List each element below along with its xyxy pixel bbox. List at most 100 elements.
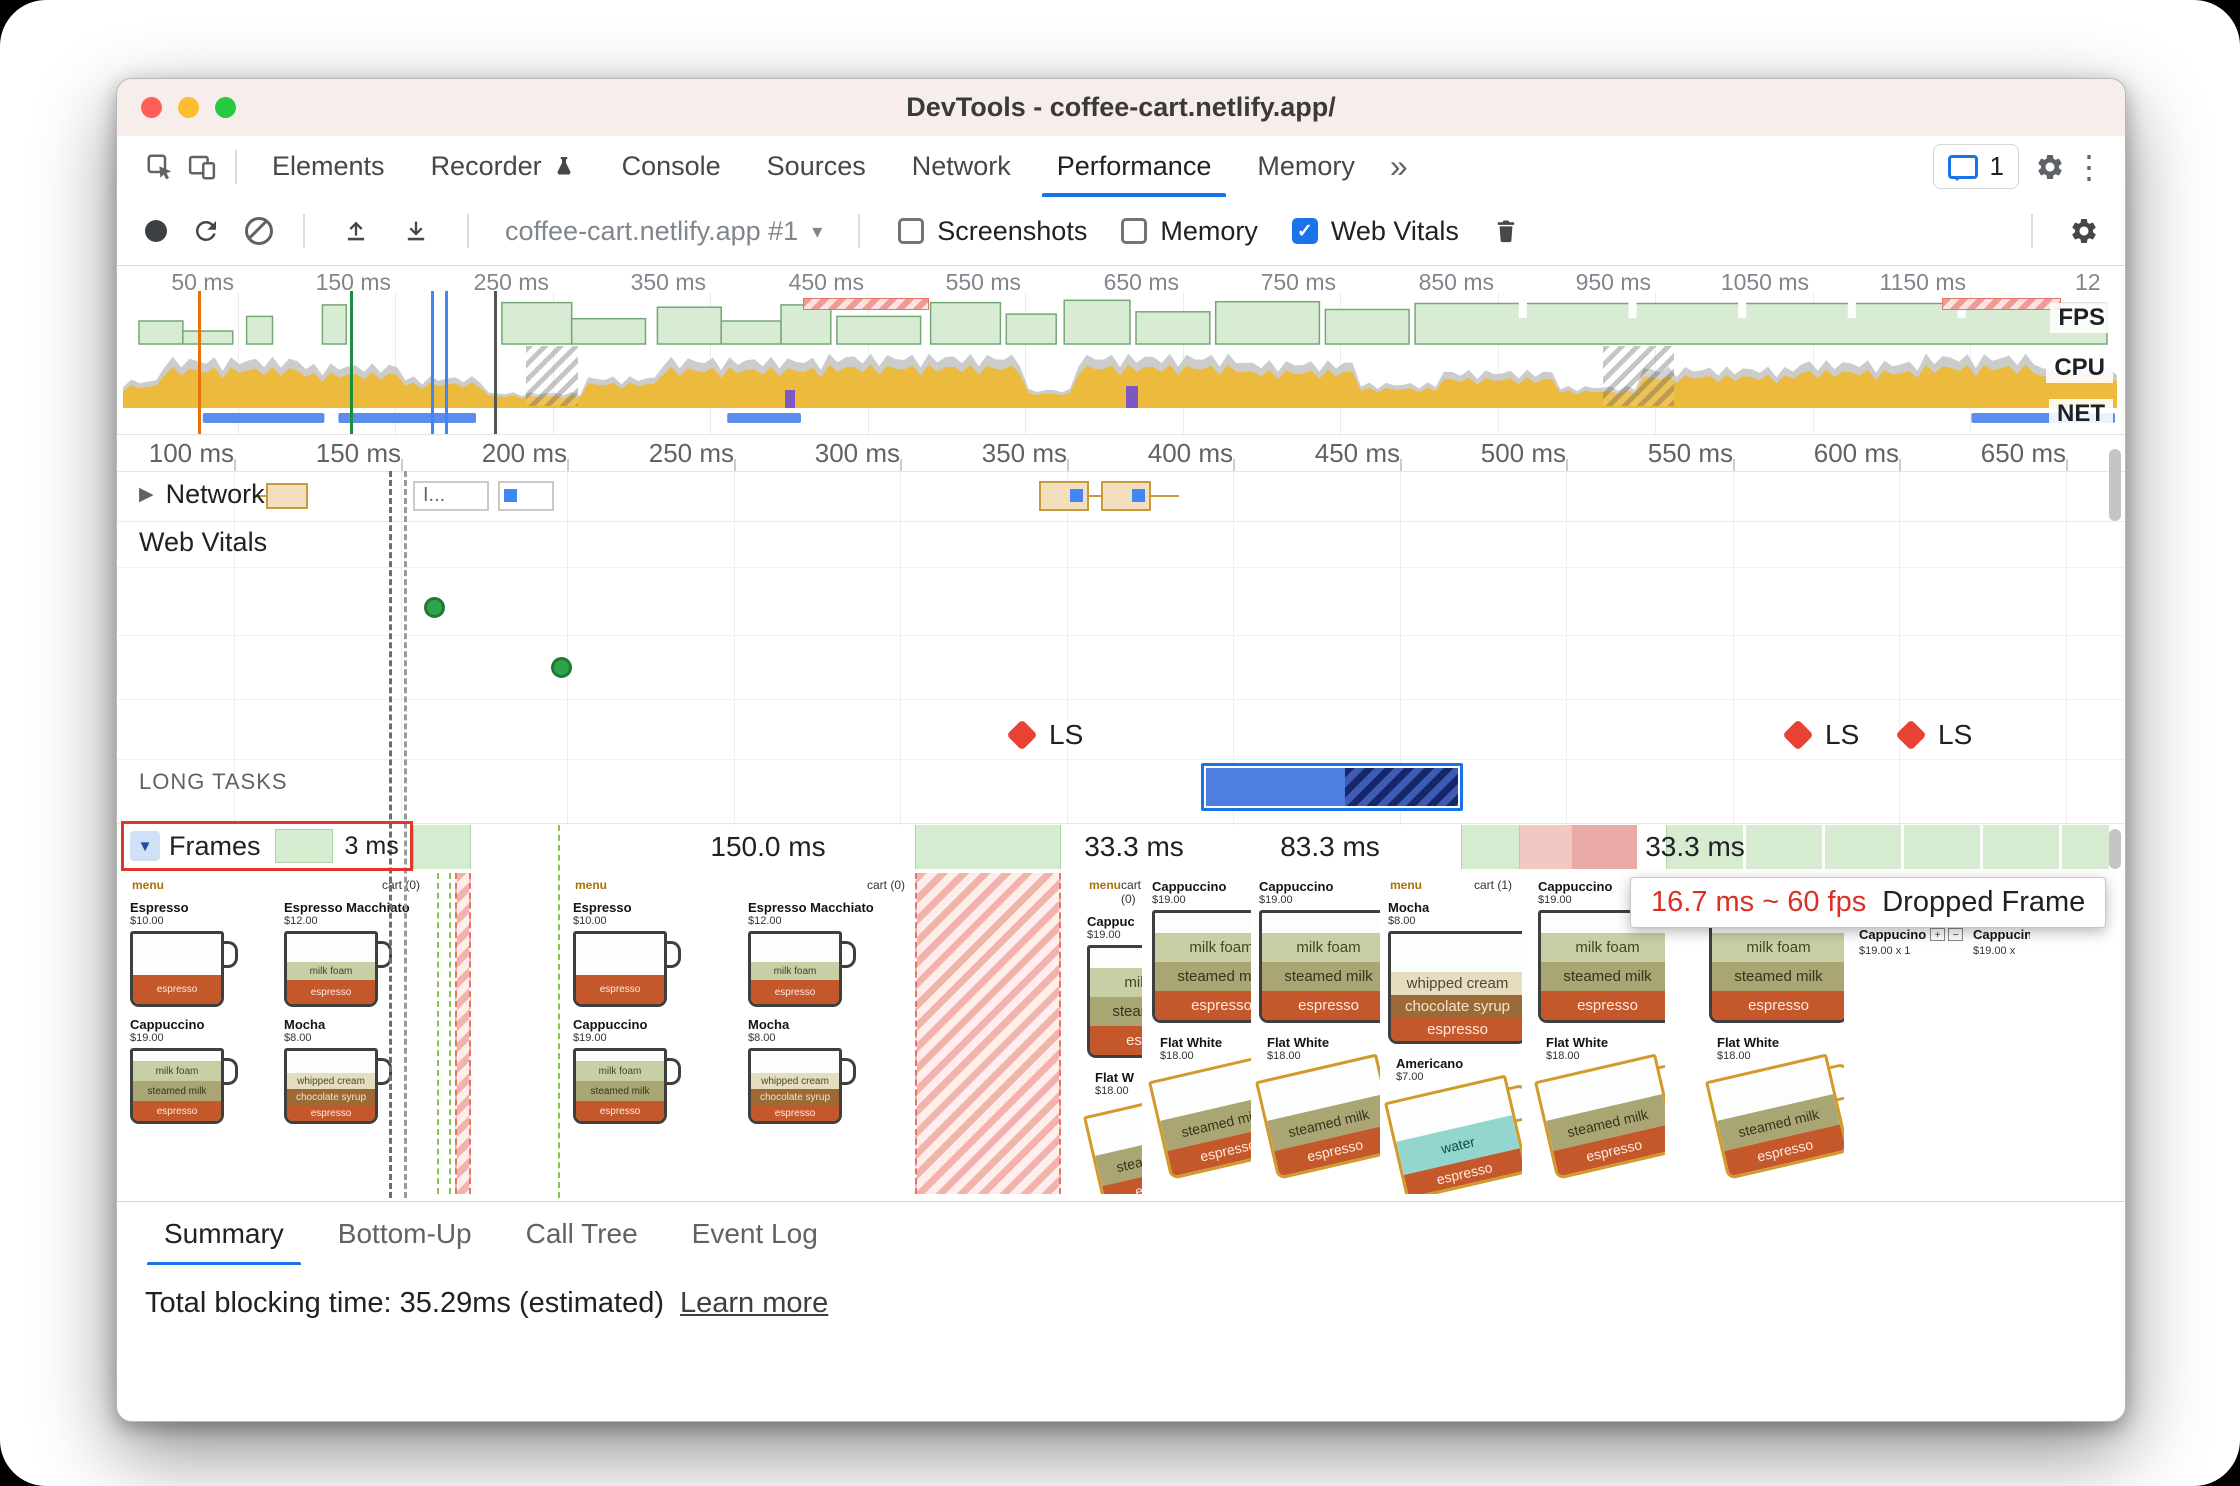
close-window-button[interactable]	[141, 97, 162, 118]
frames-track-highlight-box[interactable]: ▼ Frames 3 ms	[121, 821, 413, 871]
tab-recorder[interactable]: Recorder	[408, 136, 599, 197]
partial-frame-strip[interactable]	[437, 873, 451, 1194]
timeline-gridline	[1566, 471, 1567, 825]
ruler-tick-label: 200 ms	[481, 438, 567, 468]
cup-body: steamed milkespresso	[1704, 1053, 1844, 1181]
ruler-tick-label: 400 ms	[1147, 438, 1233, 468]
frame-duration-label: 3 ms	[344, 831, 399, 860]
settings-gear-icon[interactable]	[2029, 146, 2071, 188]
memory-checkbox[interactable]: Memory	[1121, 216, 1258, 247]
divider	[858, 214, 861, 248]
checkbox-label: Screenshots	[937, 215, 1088, 246]
kebab-menu-icon[interactable]: ⋮	[2071, 148, 2107, 186]
layout-shift-marker[interactable]: LS	[1006, 719, 1084, 751]
network-request-bar[interactable]	[1039, 481, 1113, 511]
filmstrip-frame[interactable]: Cappuccino$19.00milk foamsteamed milkesp…	[1251, 873, 1380, 1194]
learn-more-link[interactable]: Learn more	[680, 1287, 828, 1320]
inspect-icon[interactable]	[139, 146, 181, 188]
network-request-bar[interactable]	[254, 483, 308, 509]
cup-body: water espresso	[1383, 1074, 1522, 1194]
profile-select[interactable]: coffee-cart.netlify.app #1 ▾	[499, 216, 828, 247]
tab-elements[interactable]: Elements	[249, 136, 408, 197]
web-vitals-checkbox[interactable]: ✓ Web Vitals	[1291, 216, 1459, 247]
quantity-stepper: +−	[1930, 928, 1964, 941]
dropped-frame-hatch[interactable]	[915, 873, 1061, 1194]
web-vitals-fcp-marker[interactable]	[424, 597, 445, 618]
minimize-window-button[interactable]	[178, 97, 199, 118]
timeline-gridline	[900, 471, 901, 825]
filmstrip-frame[interactable]: menu cart (1) Mocha $8.00 whipped cream choco…	[1380, 873, 1522, 1194]
frame-segment[interactable]	[471, 825, 915, 869]
long-task-bar[interactable]	[1201, 763, 1463, 811]
frame-boundary-line	[558, 825, 560, 1198]
cpu-hatch-region	[525, 346, 578, 406]
tab-performance[interactable]: Performance	[1034, 136, 1235, 197]
web-vitals-lcp-marker[interactable]	[551, 657, 572, 678]
device-toolbar-icon[interactable]	[181, 146, 223, 188]
screenshots-checkbox[interactable]: Screenshots	[898, 216, 1087, 247]
timeline-overview[interactable]: FPS CPU NET 50 ms 150 ms 250 ms 350 ms 450 m…	[123, 267, 2117, 434]
layout-shift-marker[interactable]: LS	[1782, 719, 1859, 751]
filmstrip-frame[interactable]: menucart (0)Cappuccino$19.00milk foamste…	[1079, 873, 1142, 1194]
network-track-header[interactable]: ▶ Network	[139, 479, 265, 510]
web-vitals-track-header[interactable]: Web Vitals	[139, 527, 267, 558]
coffee-cup-drawing: milk foamsteamed milkespresso	[130, 1048, 238, 1124]
filmstrip-frame[interactable]: Cappuccino$19.00milk foamsteamed milkesp…	[1144, 873, 1251, 1194]
layout-shift-diamond-icon	[1006, 719, 1038, 751]
capture-settings-gear-icon[interactable]	[2063, 210, 2105, 252]
vertical-scrollbar[interactable]	[2109, 449, 2121, 521]
issues-badge[interactable]: 1	[1932, 144, 2019, 189]
net-lane-label: NET	[2049, 399, 2113, 429]
product-price: $18.00	[1095, 1085, 1129, 1097]
network-request-bar[interactable]: I...	[413, 481, 489, 511]
cup-handle	[665, 941, 681, 968]
long-tasks-track-label: LONG TASKS	[139, 769, 288, 794]
layout-shift-label: LS	[1049, 719, 1084, 750]
tab-bottom-up[interactable]: Bottom-Up	[311, 1202, 499, 1266]
tab-label: Console	[621, 151, 721, 181]
more-tabs-button[interactable]: »	[1378, 136, 1420, 197]
cup-body: milk foam espresso	[284, 931, 378, 1007]
product-name: Americano	[1396, 1056, 1464, 1071]
network-request-bar[interactable]	[1101, 481, 1179, 511]
product-mocha: Mocha $8.00 whipped cream chocolate syrup es…	[740, 1011, 915, 1128]
frame-segment[interactable]	[1572, 825, 1637, 869]
cup-layer-foam: milk foam	[1155, 933, 1251, 962]
tab-sources[interactable]: Sources	[744, 136, 889, 197]
window-controls	[141, 79, 236, 136]
cup-handle	[840, 941, 856, 968]
timeline-ruler[interactable]: 100 ms 150 ms 200 ms 250 ms 300 ms 350 ms 400 …	[117, 435, 2125, 472]
frame-segment[interactable]	[1461, 825, 1520, 869]
frames-track[interactable]: 150.0 ms 33.3 ms 83.3 ms 33.3 ms	[117, 825, 2125, 869]
reload-and-record-icon[interactable]	[185, 210, 227, 252]
clear-recording-icon[interactable]	[245, 217, 273, 245]
layout-shift-marker[interactable]: LS	[1895, 719, 1972, 751]
filmstrip-frame[interactable]: menu cart (0) Espresso $10.00 espresso Espres…	[122, 873, 430, 1194]
record-button[interactable]	[145, 220, 167, 242]
tab-call-tree[interactable]: Call Tree	[499, 1202, 665, 1266]
frame-segment[interactable]	[413, 825, 471, 869]
vertical-scrollbar[interactable]	[2109, 829, 2121, 869]
frame-segment[interactable]	[1520, 825, 1572, 869]
trash-icon[interactable]	[1485, 210, 1527, 252]
tab-console[interactable]: Console	[599, 136, 744, 197]
cpu-lane-label: CPU	[2046, 353, 2113, 383]
tab-label: Sources	[766, 151, 866, 181]
network-request-bar[interactable]	[498, 481, 554, 511]
save-profile-icon[interactable]	[395, 210, 437, 252]
cup-layer-espresso: espresso	[287, 980, 375, 1004]
filmstrip-frame[interactable]: menu cart (0) Espresso $10.00 espresso Espres…	[565, 873, 915, 1194]
zoom-window-button[interactable]	[215, 97, 236, 118]
tab-summary[interactable]: Summary	[137, 1202, 311, 1266]
frame-segment[interactable]	[915, 825, 1061, 869]
tab-memory[interactable]: Memory	[1234, 136, 1378, 197]
network-track-expander-icon[interactable]: ▶	[139, 483, 154, 506]
dropped-frame-hatch[interactable]	[455, 873, 471, 1194]
product-cappuccino: Cappuccino$19.00 milk foamsteamed milkesp…	[1251, 873, 1380, 1027]
load-profile-icon[interactable]	[335, 210, 377, 252]
tab-event-log[interactable]: Event Log	[665, 1202, 845, 1266]
dropped-frames-stripe	[802, 298, 929, 310]
tab-network[interactable]: Network	[889, 136, 1034, 197]
product-name: Espresso Macchiato	[284, 900, 410, 915]
frames-expander-chip[interactable]: ▼	[130, 831, 160, 861]
